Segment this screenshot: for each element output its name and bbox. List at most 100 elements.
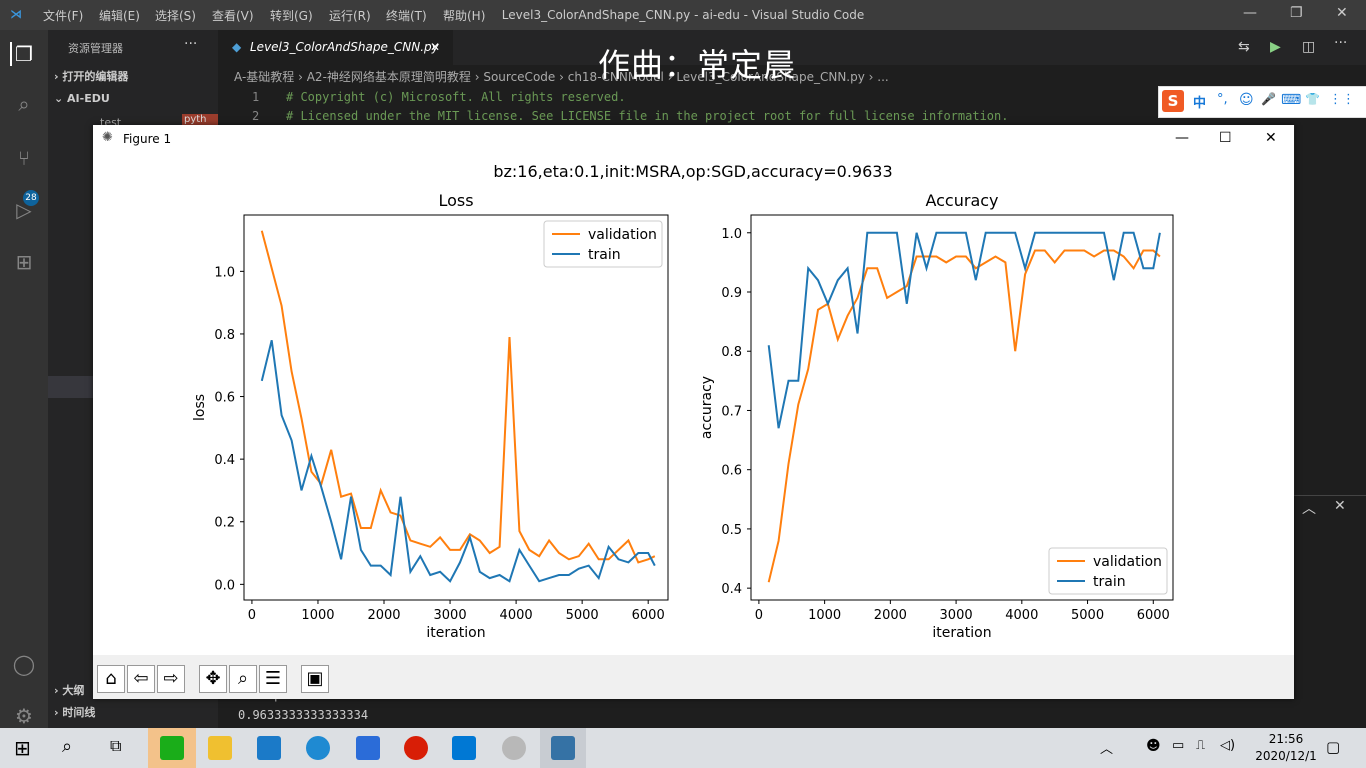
chart1-ytick-label: 0.2: [214, 516, 235, 531]
chart2-ylabel: accuracy: [699, 376, 715, 439]
chart2-ytick-label: 0.6: [721, 464, 742, 479]
figure-close-icon[interactable]: ✕: [1265, 130, 1277, 146]
chart1-ytick-label: 0.6: [214, 391, 235, 406]
vscode-taskbar-icon[interactable]: [452, 736, 476, 760]
ime-toolbox-icon[interactable]: ⋮⋮: [1329, 92, 1355, 107]
figure-toolbar: ⌂ ⇦ ⇨ ✥ ⌕ ☰ ▣: [93, 655, 1294, 699]
terminal-line: 0.9633333333333334: [238, 708, 369, 722]
chart2-ytick-label: 0.9: [721, 286, 742, 301]
netease-music-icon[interactable]: [404, 736, 428, 760]
close-panel-icon[interactable]: ✕: [1334, 498, 1346, 514]
account-icon[interactable]: ◯: [12, 652, 36, 676]
chart1-legend-label: train: [588, 247, 621, 263]
figure-minimize-icon[interactable]: —: [1175, 130, 1189, 146]
outline-section[interactable]: › 大纲: [54, 682, 84, 698]
back-icon[interactable]: ⇦: [127, 665, 155, 693]
tab-level3-colorandshape[interactable]: ◆ Level3_ColorAndShape_CNN.py ✕: [218, 30, 453, 65]
clock-time: 21:56: [1268, 732, 1304, 746]
home-icon[interactable]: ⌂: [97, 665, 125, 693]
chart1-title: Loss: [438, 191, 473, 210]
app-icon[interactable]: [502, 736, 526, 760]
chart2-xtick-label: 1000: [808, 608, 841, 623]
chart1-xtick-label: 3000: [434, 608, 467, 623]
breadcrumb-item[interactable]: SourceCode: [483, 70, 555, 84]
chart2-axes: Accuracy 0 1000 2000 3000 4000 5000 6000 0.4 0.5 0…: [699, 191, 1174, 641]
sogou-logo-icon[interactable]: S: [1162, 90, 1184, 112]
figure-title-bar: ✺ Figure 1 — ☐ ✕: [93, 125, 1294, 153]
wps-icon[interactable]: [356, 736, 380, 760]
taskbar-wechat[interactable]: [148, 728, 196, 768]
search-icon[interactable]: ⌕: [12, 92, 36, 116]
settings-gear-icon[interactable]: ⚙: [12, 704, 36, 728]
ime-chinese-mode[interactable]: 中: [1193, 92, 1206, 111]
code-line: # Licensed under the MIT license. See LI…: [286, 109, 1009, 123]
extensions-icon[interactable]: ⊞: [12, 250, 36, 274]
maximize-panel-icon[interactable]: ︿: [1302, 498, 1316, 518]
chart2-ytick-label: 0.5: [721, 523, 742, 538]
minimap[interactable]: [1294, 125, 1366, 495]
ime-emoji-icon[interactable]: ☺: [1239, 92, 1254, 108]
matplotlib-logo-icon: ✺: [102, 130, 113, 145]
qq-tray-icon[interactable]: ☻: [1146, 738, 1161, 754]
video-caption-overlay: 作曲：常定晨: [598, 46, 797, 84]
more-actions-icon[interactable]: ···: [184, 36, 197, 52]
notification-icon[interactable]: ▢: [1326, 738, 1340, 756]
run-debug-icon[interactable]: ▷: [12, 198, 36, 222]
chart2-legend-label: validation: [1093, 554, 1162, 570]
figure-canvas[interactable]: bz:16,eta:0.1,init:MSRA,op:SGD,accuracy=…: [93, 153, 1294, 655]
python-icon: [551, 736, 575, 760]
ime-skin-icon[interactable]: 👕: [1305, 92, 1320, 106]
edge-browser-icon[interactable]: [306, 736, 330, 760]
network-icon[interactable]: ⎍: [1196, 738, 1205, 753]
volume-icon[interactable]: ◁): [1220, 738, 1235, 753]
windows-start-icon[interactable]: ⊞: [14, 736, 31, 760]
photo-app-icon[interactable]: [257, 736, 281, 760]
timeline-section[interactable]: › 时间线: [54, 704, 95, 720]
minimize-icon[interactable]: —: [1243, 5, 1257, 21]
tray-expand-icon[interactable]: ︿: [1100, 738, 1113, 757]
open-changes-icon[interactable]: ⇆: [1238, 39, 1250, 55]
configure-subplots-icon[interactable]: ☰: [259, 665, 287, 693]
chart2-xtick-label: 0: [755, 608, 763, 623]
breadcrumb-item[interactable]: A-基础教程: [234, 70, 294, 84]
pan-icon[interactable]: ✥: [199, 665, 227, 693]
save-figure-icon[interactable]: ▣: [301, 665, 329, 693]
ime-keyboard-icon[interactable]: ⌨: [1281, 92, 1301, 108]
explorer-icon[interactable]: ❐: [10, 42, 36, 66]
tab-label: Level3_ColorAndShape_CNN.py: [250, 40, 439, 54]
editor-more-icon[interactable]: ···: [1334, 35, 1347, 51]
battery-icon[interactable]: ▭: [1172, 738, 1184, 753]
taskbar: ⊞ ⌕ ⧉ ︿ ☻ ▭ ⎍ ◁) 21:56 2020/12/1 ▢: [0, 728, 1366, 768]
chart1-xtick-label: 2000: [367, 608, 400, 623]
tab-close-icon[interactable]: ✕: [430, 40, 440, 54]
figure-maximize-icon[interactable]: ☐: [1219, 130, 1232, 146]
system-clock[interactable]: 21:56 2020/12/1: [1250, 731, 1322, 765]
open-editors-section[interactable]: › 打开的编辑器: [54, 68, 128, 84]
taskbar-search-icon[interactable]: ⌕: [62, 736, 72, 757]
ime-voice-icon[interactable]: 🎤: [1261, 92, 1276, 106]
code-editor[interactable]: 1 # Copyright (c) Microsoft. All rights …: [218, 88, 1158, 128]
chart2-legend-label: train: [1093, 574, 1126, 590]
taskbar-python[interactable]: [540, 728, 586, 768]
tree-selected-row[interactable]: [48, 376, 93, 398]
file-explorer-icon[interactable]: [208, 736, 232, 760]
chart2-ytick-label: 1.0: [721, 227, 742, 242]
workspace-section[interactable]: ⌄ AI-EDU: [54, 92, 110, 105]
ime-punctuation[interactable]: °,: [1217, 92, 1228, 107]
run-file-icon[interactable]: ▶: [1270, 39, 1281, 55]
chart1-xlabel: iteration: [426, 625, 485, 641]
forward-icon[interactable]: ⇨: [157, 665, 185, 693]
close-icon[interactable]: ✕: [1336, 5, 1348, 21]
breadcrumb-item[interactable]: A2-神经网络基本原理简明教程: [307, 70, 471, 84]
source-control-icon[interactable]: ⑂: [12, 146, 36, 170]
chart2-xtick-label: 3000: [940, 608, 973, 623]
restore-icon[interactable]: ❐: [1290, 5, 1303, 21]
zoom-icon[interactable]: ⌕: [229, 665, 257, 693]
breadcrumb-item[interactable]: ...: [877, 70, 888, 84]
chart1-xtick-label: 6000: [632, 608, 665, 623]
chart1-frame: [243, 214, 669, 601]
split-editor-icon[interactable]: ◫: [1302, 39, 1315, 55]
sidebar-header: 资源管理器: [68, 42, 123, 55]
task-view-icon[interactable]: ⧉: [110, 736, 121, 756]
chart1-ylabel: loss: [192, 394, 208, 421]
